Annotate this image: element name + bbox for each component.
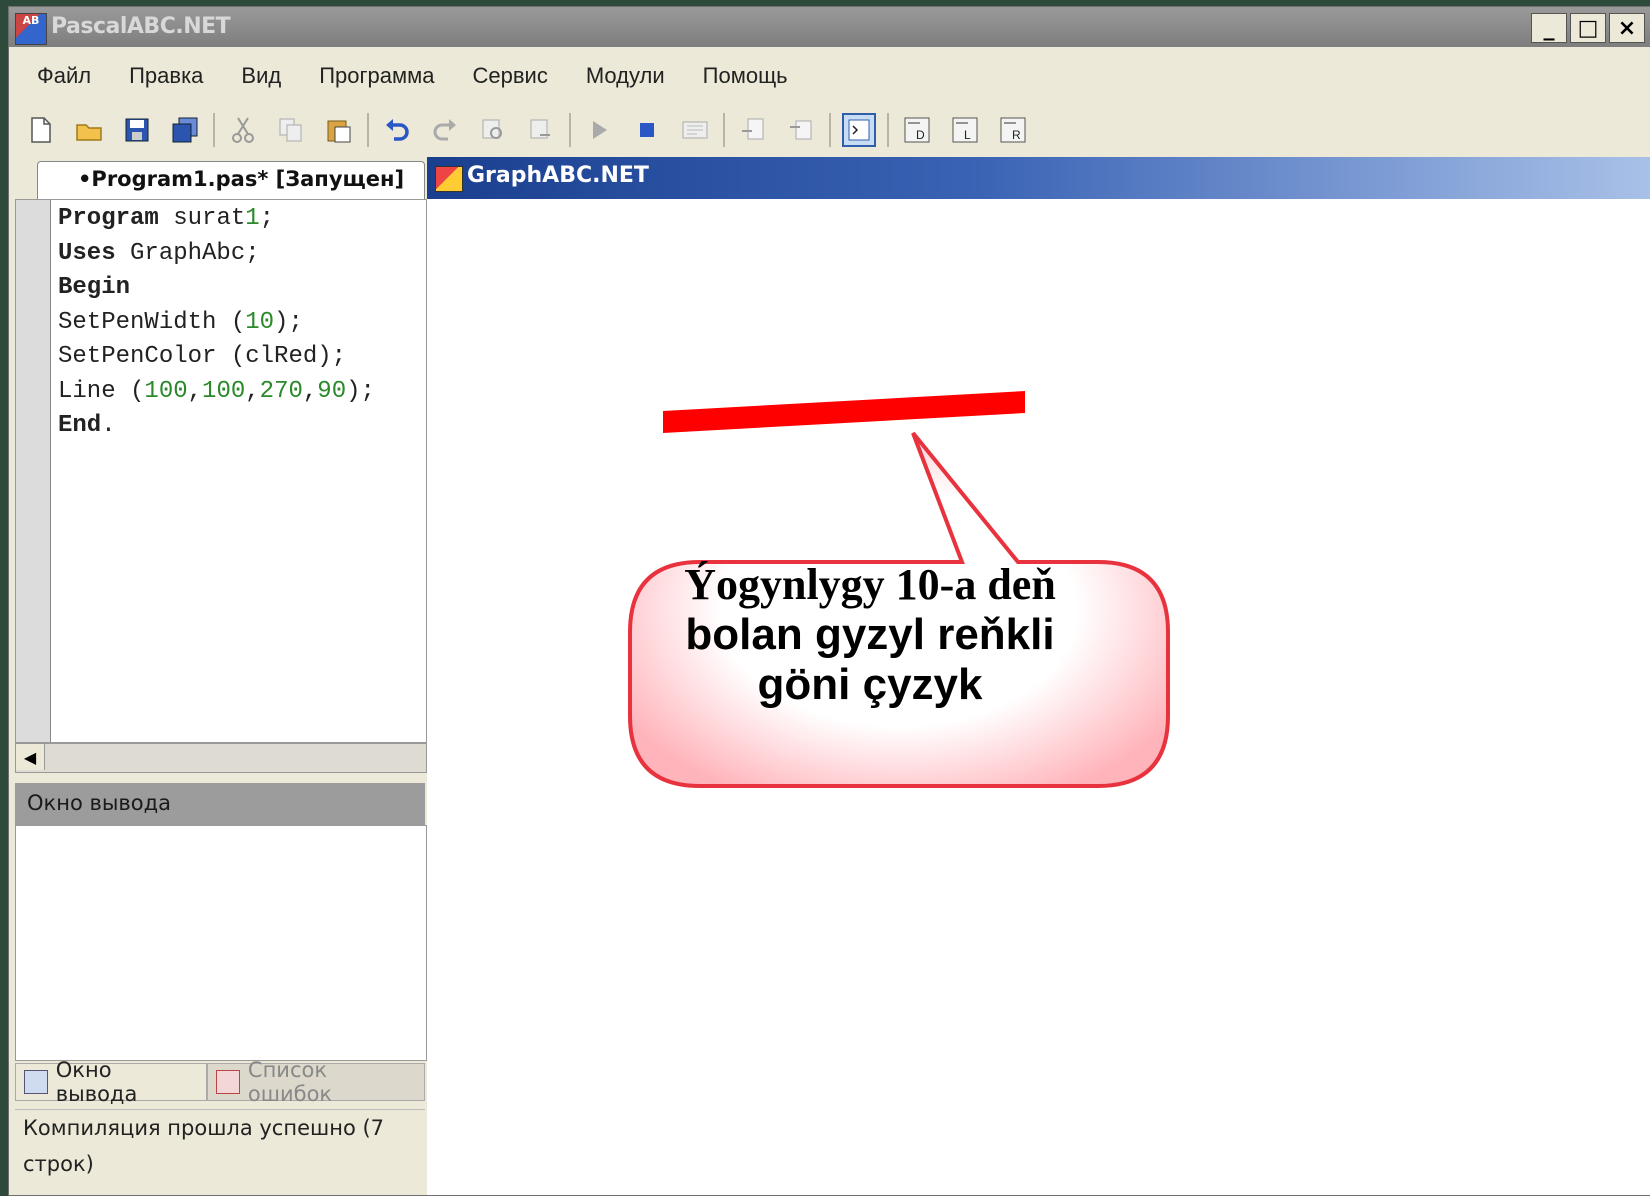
tab-output-label: Окно вывода	[55, 1058, 138, 1106]
svg-text:L: L	[964, 128, 971, 142]
svg-text:D: D	[916, 128, 925, 142]
toolbar-separator	[213, 113, 215, 147]
cut-icon[interactable]	[226, 113, 260, 147]
menu-view[interactable]: Вид	[222, 63, 300, 89]
bottom-tabs: Окно вывода Список ошибок	[15, 1058, 425, 1106]
app-icon: AB	[15, 13, 47, 45]
toolbar-separator	[367, 113, 369, 147]
tab-error-list[interactable]: Список ошибок	[207, 1058, 425, 1106]
callout-line-3: göni çyzyk	[757, 660, 983, 709]
tab-error-list-label: Список ошибок	[247, 1058, 333, 1106]
save-icon[interactable]	[120, 113, 154, 147]
code-line: Line (100,100,270,90);	[58, 377, 375, 405]
save-all-icon[interactable]	[168, 113, 202, 147]
editor-tab-label: •Program1.pas* [Запущен]	[78, 167, 405, 191]
open-folder-icon[interactable]	[72, 113, 106, 147]
toolbar-separator	[723, 113, 725, 147]
paste-icon[interactable]	[322, 113, 356, 147]
stop-icon[interactable]	[630, 113, 664, 147]
callout-line-1: Ýogynlygy 10-a deň	[684, 560, 1056, 609]
copy-icon[interactable]	[274, 113, 308, 147]
menu-edit[interactable]: Правка	[110, 63, 222, 89]
replace-icon[interactable]	[524, 113, 558, 147]
code-line: SetPenWidth (10);	[58, 308, 303, 336]
status-bar: Компиляция прошла успешно (7 строк)	[15, 1109, 425, 1176]
menu-file[interactable]: Файл	[18, 63, 110, 89]
output-panel-title: Окно вывода	[27, 791, 172, 815]
graphabc-icon	[435, 166, 463, 192]
code-line: End.	[58, 412, 116, 439]
editor-gutter	[16, 200, 51, 742]
callout-line-2: bolan gyzyl reňkli	[685, 610, 1055, 659]
svg-text:R: R	[1012, 128, 1021, 142]
editor-tab[interactable]: •Program1.pas* [Запущен]	[37, 161, 425, 200]
close-button[interactable]: ×	[1609, 13, 1645, 43]
menu-help[interactable]: Помощь	[684, 63, 807, 89]
menu-service[interactable]: Сервис	[454, 63, 567, 89]
tab-output[interactable]: Окно вывода	[15, 1058, 208, 1106]
code-line: Uses GraphAbc;	[58, 239, 260, 267]
toolbar-separator	[887, 113, 889, 147]
code-line: Program surat1;	[58, 205, 275, 232]
toolbar-separator	[829, 113, 831, 147]
callout-text: Ýogynlygy 10-a deň bolan gyzyl reňkli gö…	[620, 560, 1120, 710]
error-list-icon	[216, 1070, 240, 1094]
undo-icon[interactable]	[380, 113, 414, 147]
maximize-button[interactable]: □	[1570, 13, 1606, 43]
toolbar-separator	[569, 113, 571, 147]
debug-l-icon[interactable]: L	[948, 113, 982, 147]
console-icon[interactable]	[842, 113, 876, 147]
title-bar[interactable]: AB PascalABC.NET _ □ ×	[9, 7, 1650, 47]
scroll-left-icon[interactable]: ◀	[16, 744, 45, 770]
graph-window-titlebar[interactable]: GraphABC.NET	[427, 157, 1650, 199]
code-text: Program surat1; Uses GraphAbc; Begin Set…	[58, 202, 375, 444]
redo-icon[interactable]	[428, 113, 462, 147]
toolbar: D L R	[9, 105, 1650, 155]
menu-bar: Файл Правка Вид Программа Сервис Модули …	[9, 51, 1650, 101]
debug-r-icon[interactable]: R	[996, 113, 1030, 147]
window-title: PascalABC.NET	[51, 14, 231, 39]
output-window-icon	[24, 1070, 48, 1094]
code-editor[interactable]: Program surat1; Uses GraphAbc; Begin Set…	[15, 199, 427, 743]
run-icon[interactable]	[582, 113, 616, 147]
step-into-icon[interactable]	[736, 113, 770, 147]
code-line: SetPenColor (clRed);	[58, 343, 347, 370]
output-panel-body[interactable]	[15, 825, 427, 1061]
minimize-button[interactable]: _	[1531, 13, 1567, 43]
output-panel-header: Окно вывода	[15, 783, 425, 825]
step-over-icon[interactable]	[784, 113, 818, 147]
find-icon[interactable]	[476, 113, 510, 147]
compile-icon[interactable]	[678, 113, 712, 147]
debug-d-icon[interactable]: D	[900, 113, 934, 147]
menu-program[interactable]: Программа	[300, 63, 453, 89]
new-file-icon[interactable]	[24, 113, 58, 147]
code-line: Begin	[58, 274, 131, 301]
menu-modules[interactable]: Модули	[567, 63, 684, 89]
horizontal-scrollbar[interactable]: ◀	[15, 743, 427, 773]
graph-window-title: GraphABC.NET	[467, 163, 649, 188]
